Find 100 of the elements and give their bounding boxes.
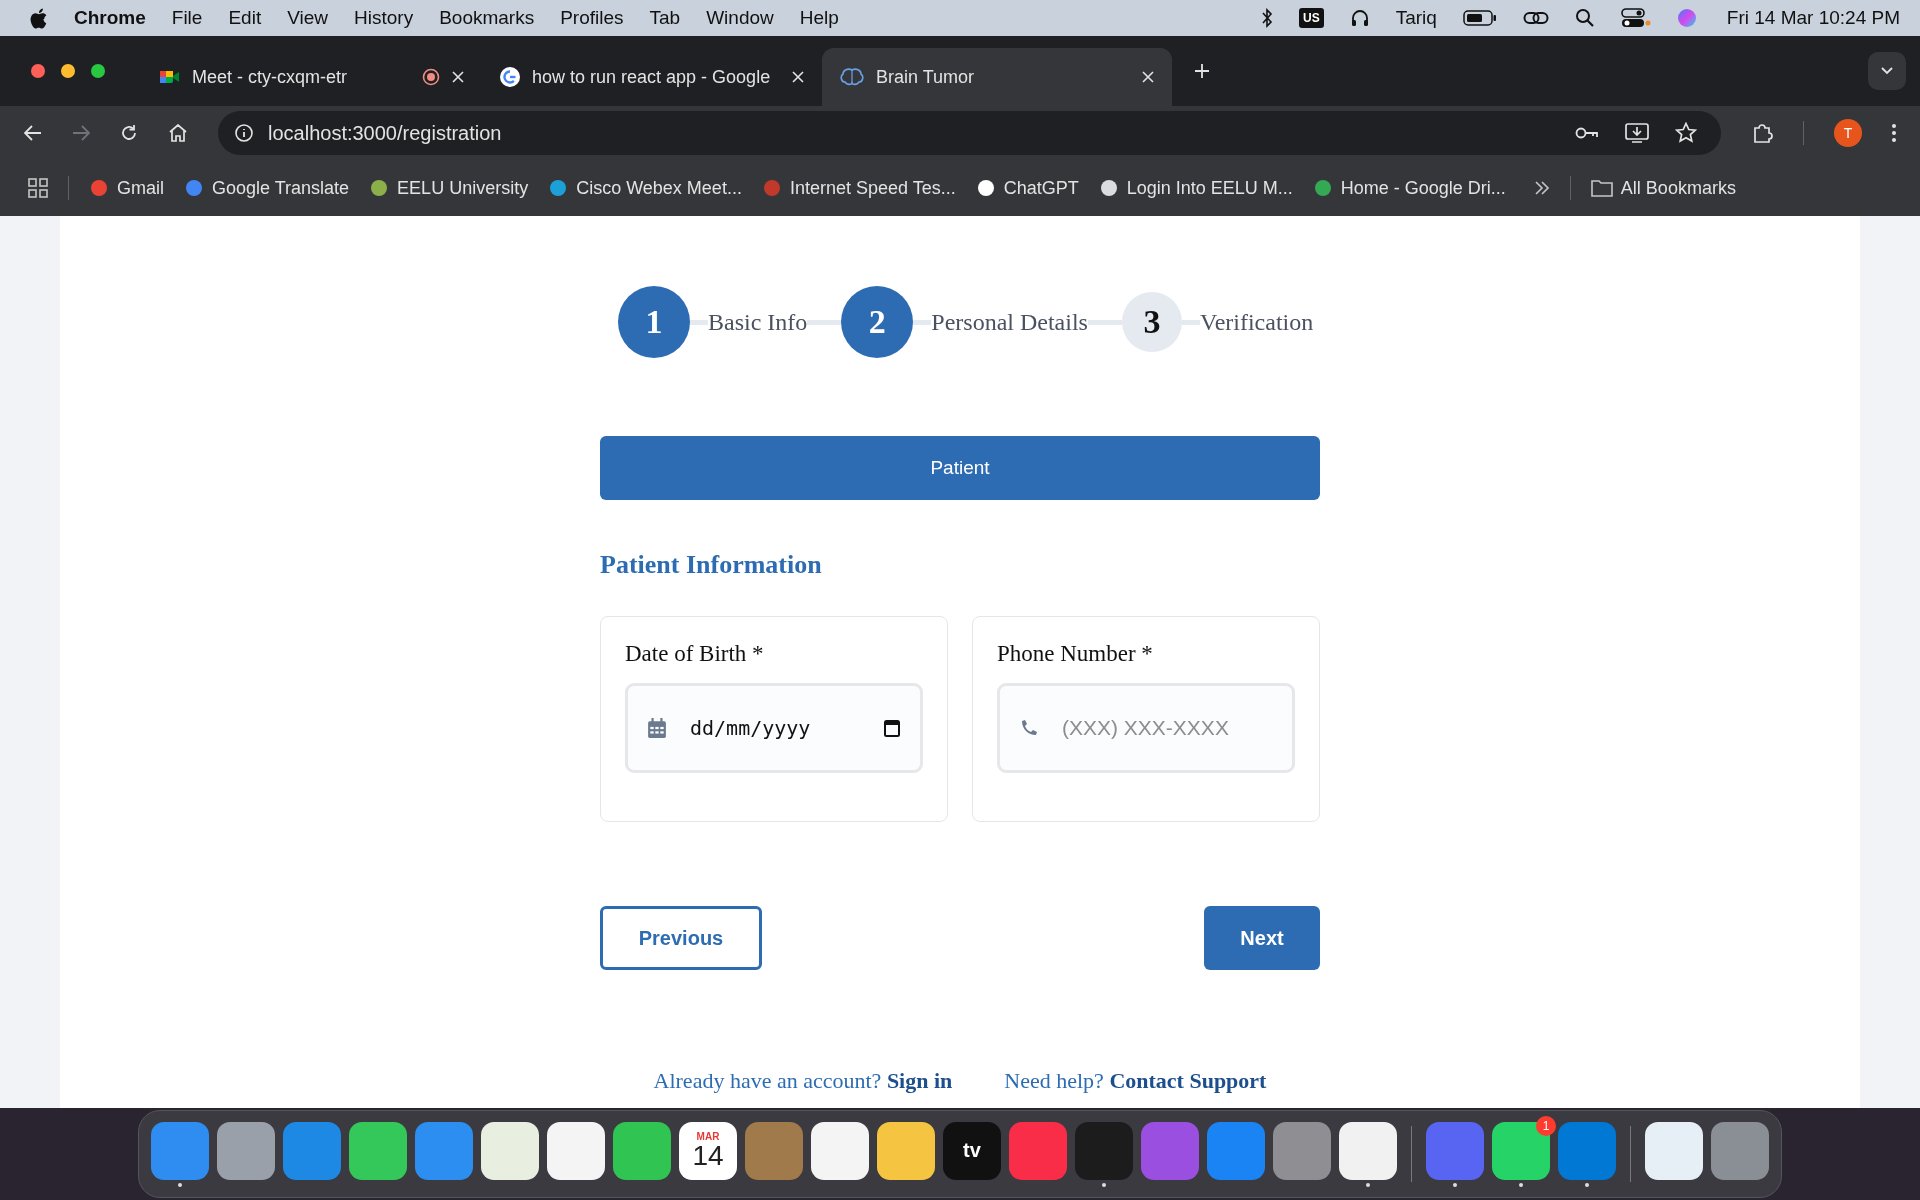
browser-tab[interactable]: Brain Tumor	[822, 48, 1172, 106]
patient-button[interactable]: Patient	[600, 436, 1320, 500]
home-icon[interactable]	[168, 124, 188, 142]
step-circle: 3	[1121, 292, 1182, 352]
menu-item[interactable]: Tab	[649, 7, 681, 29]
phone-icon	[1020, 719, 1038, 737]
bookmark-favicon-icon	[184, 178, 204, 198]
bookmark-link[interactable]: Internet Speed Tes...	[761, 177, 956, 199]
menu-item[interactable]: History	[354, 7, 414, 29]
menu-item[interactable]: View	[287, 7, 328, 29]
app-icon[interactable]	[217, 1121, 275, 1180]
info-icon[interactable]	[234, 123, 254, 143]
chevrons-right-icon[interactable]	[1533, 181, 1550, 195]
siri-icon[interactable]	[1676, 8, 1697, 28]
profile-avatar[interactable]: T	[1834, 119, 1862, 147]
browser-tab[interactable]: Meet - cty-cxqm-etr	[142, 48, 482, 106]
app-icon[interactable]	[547, 1121, 605, 1180]
app-icon[interactable]	[349, 1121, 407, 1180]
extensions-icon[interactable]	[1751, 122, 1773, 144]
app-icon[interactable]: MAR 14	[679, 1121, 737, 1180]
new-tab-icon[interactable]	[1194, 63, 1210, 79]
notification-badge: 1	[1536, 1115, 1556, 1136]
input-source-badge[interactable]: US	[1298, 8, 1324, 28]
user-name[interactable]: Tariq	[1395, 7, 1437, 29]
date-input[interactable]: dd/mm/yyyy	[625, 683, 923, 773]
step-circle: 1	[618, 286, 690, 358]
all-bookmarks-link[interactable]: All Bookmarks	[1590, 177, 1736, 199]
star-icon[interactable]	[1675, 122, 1697, 144]
bookmark-link[interactable]: ChatGPT	[975, 177, 1079, 199]
install-icon[interactable]	[1625, 122, 1649, 144]
app-icon[interactable]	[877, 1121, 935, 1180]
tab-title: Meet - cty-cxqm-etr	[192, 66, 348, 88]
menu-item[interactable]: File	[171, 7, 203, 29]
app-icon[interactable]	[613, 1121, 671, 1180]
menu-item[interactable]: Edit	[228, 7, 262, 29]
key-icon[interactable]	[1575, 126, 1599, 140]
bookmark-favicon-icon	[975, 178, 996, 198]
calendar-month: MAR	[696, 1131, 720, 1142]
g-favicon-icon	[500, 67, 520, 87]
bookmark-favicon-icon	[548, 178, 569, 198]
previous-button[interactable]: Previous	[600, 906, 762, 970]
footer-text: Already have an account? Sign in	[653, 1068, 953, 1094]
calendar-icon	[648, 718, 666, 738]
recording-icon	[422, 68, 440, 86]
field-label: Phone Number *	[997, 641, 1154, 667]
step-circle: 2	[841, 286, 914, 358]
control-center-icon[interactable]	[1620, 8, 1651, 28]
tab-search-button[interactable]	[1868, 52, 1906, 90]
menu-app-name[interactable]: Chrome	[74, 7, 146, 29]
footer-link[interactable]: Contact Support	[1109, 1068, 1267, 1093]
reload-icon[interactable]	[120, 124, 138, 142]
app-icon[interactable]	[1645, 1121, 1703, 1180]
close-icon[interactable]	[1142, 71, 1154, 83]
apps-grid-icon[interactable]	[28, 178, 48, 198]
next-button[interactable]: Next	[1204, 906, 1320, 970]
tab-title: Brain Tumor	[876, 66, 976, 88]
battery-icon[interactable]	[1462, 10, 1497, 26]
step-label: Verification	[1199, 308, 1314, 336]
menu-item[interactable]: Help	[799, 7, 839, 29]
date-value: dd/mm/yyyy	[690, 716, 812, 740]
back-arrow-icon[interactable]	[24, 125, 42, 141]
bookmark-link[interactable]: Home - Google Dri...	[1312, 177, 1506, 199]
close-icon[interactable]	[452, 71, 464, 83]
bookmark-link[interactable]: Google Translate	[184, 177, 350, 199]
app-icon[interactable]	[1492, 1121, 1550, 1180]
apple-logo-icon[interactable]	[30, 7, 48, 29]
more-menu-icon[interactable]	[1892, 124, 1896, 142]
app-icon[interactable]: tv	[943, 1121, 1001, 1180]
bluetooth-icon[interactable]	[1260, 8, 1273, 28]
bookmark-link[interactable]: Gmail	[89, 177, 164, 199]
close-icon[interactable]	[792, 71, 804, 83]
menu-item[interactable]: Profiles	[560, 7, 624, 29]
app-icon[interactable]	[811, 1121, 869, 1180]
bookmark-favicon-icon	[1312, 178, 1333, 198]
search-icon[interactable]	[1574, 8, 1595, 28]
field-label: Date of Birth *	[625, 641, 765, 667]
bookmark-favicon-icon	[89, 178, 109, 198]
forward-arrow-icon[interactable]	[72, 125, 90, 141]
app-label: tv	[963, 1139, 981, 1162]
bookmark-link[interactable]: Cisco Webex Meet...	[548, 177, 742, 199]
app-icon[interactable]	[481, 1121, 539, 1180]
calendar-picker-icon[interactable]	[884, 719, 900, 737]
menu-item[interactable]: Window	[706, 7, 774, 29]
bookmark-link[interactable]: Login Into EELU M...	[1098, 177, 1293, 199]
tab-title: how to run react app - Google	[532, 66, 772, 88]
menu-clock[interactable]: Fri 14 Mar 10:24 PM	[1726, 7, 1900, 29]
bookmark-favicon-icon	[761, 178, 782, 198]
footer-link[interactable]: Sign in	[886, 1068, 953, 1093]
traffic-lights-icon[interactable]	[30, 63, 106, 79]
camera-favicon-icon	[160, 69, 180, 85]
address-bar[interactable]: localhost:3000/registration	[218, 111, 1721, 155]
browser-tab[interactable]: how to run react app - Google	[482, 48, 822, 106]
bookmark-favicon-icon	[369, 178, 390, 198]
folder-icon	[1590, 179, 1613, 197]
headphones-icon[interactable]	[1349, 8, 1370, 28]
calendar-day: 14	[692, 1142, 724, 1170]
bookmark-link[interactable]: EELU University	[369, 177, 529, 199]
link-icon[interactable]	[1522, 9, 1549, 27]
menu-item[interactable]: Bookmarks	[439, 7, 535, 29]
app-icon[interactable]	[1339, 1121, 1397, 1180]
